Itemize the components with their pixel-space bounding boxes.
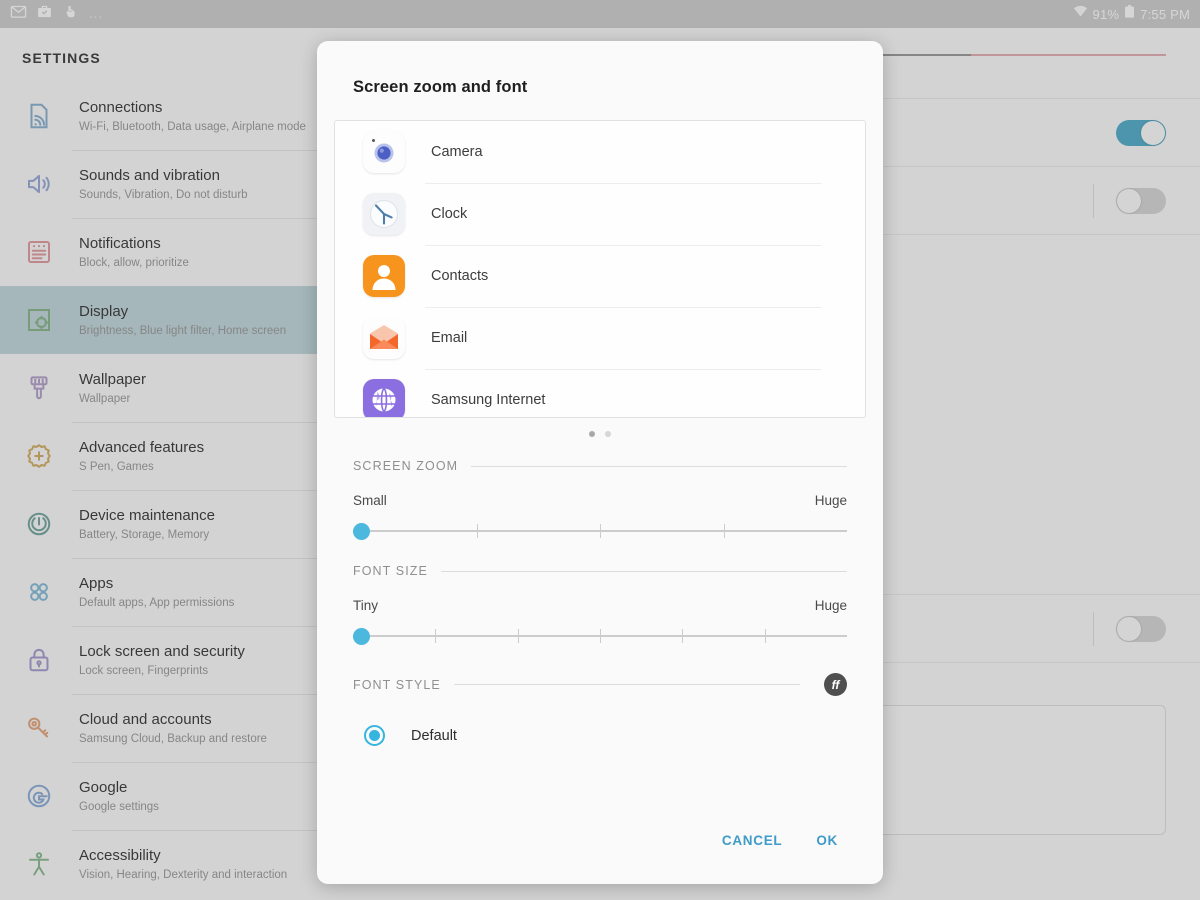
slider-tick <box>476 524 478 538</box>
contacts-icon <box>363 255 405 297</box>
slider-tick <box>764 629 766 643</box>
slider-tick <box>435 629 437 643</box>
cancel-button[interactable]: CANCEL <box>722 833 782 848</box>
screen-zoom-min-label: Small <box>353 493 387 508</box>
clock-icon <box>363 193 405 235</box>
screen-zoom-slider-block: Small Huge <box>353 493 847 542</box>
slider-tick <box>600 629 601 643</box>
app-preview-list: Camera Clock Contacts Email Samsung Internet <box>335 121 865 417</box>
app-preview-row[interactable]: Clock <box>335 183 865 245</box>
radio-selected-icon[interactable] <box>364 725 385 746</box>
page-dot[interactable] <box>589 431 595 437</box>
app-preview-label: Contacts <box>431 268 489 284</box>
app-preview-row[interactable]: Samsung Internet <box>335 369 865 417</box>
page-dot[interactable] <box>605 431 611 437</box>
screen-root: SETTINGS Connections Wi-Fi, Bluetooth, Da… <box>0 0 1200 900</box>
app-preview-row[interactable]: Email <box>335 307 865 369</box>
font-style-option-default[interactable]: Default <box>364 725 883 746</box>
slider-tick <box>682 629 684 643</box>
app-preview-label: Clock <box>431 206 468 222</box>
screen-zoom-section-header: SCREEN ZOOM <box>353 459 847 473</box>
app-preview-label: Camera <box>431 144 483 160</box>
app-preview-row[interactable]: Contacts <box>335 245 865 307</box>
font-size-min-label: Tiny <box>353 598 379 613</box>
section-rule <box>453 684 800 685</box>
ok-button[interactable]: OK <box>816 833 838 848</box>
font-style-section-header: FONT STYLE ff <box>353 673 847 696</box>
slider-tick <box>517 629 519 643</box>
font-size-slider[interactable] <box>353 625 847 647</box>
slider-thumb[interactable] <box>353 523 370 540</box>
font-style-option-label: Default <box>411 727 457 744</box>
radio-fill <box>369 730 380 741</box>
samsung-internet-icon <box>363 379 405 417</box>
camera-icon <box>363 131 405 173</box>
app-preview-label: Email <box>431 330 468 346</box>
slider-thumb[interactable] <box>353 628 370 645</box>
app-preview-card[interactable]: Camera Clock Contacts Email Samsung Internet <box>334 120 866 418</box>
section-rule <box>440 570 847 572</box>
font-size-label: FONT SIZE <box>353 564 428 578</box>
app-preview-row[interactable]: Camera <box>335 121 865 183</box>
dialog-actions: CANCEL OK <box>317 833 883 884</box>
page-indicator-dots[interactable] <box>317 431 883 437</box>
screen-zoom-label: SCREEN ZOOM <box>353 459 459 473</box>
font-size-max-label: Huge <box>814 598 847 613</box>
app-preview-label: Samsung Internet <box>431 392 546 408</box>
font-style-label: FONT STYLE <box>353 677 441 692</box>
font-size-section-header: FONT SIZE <box>353 564 847 578</box>
screen-zoom-endpoints: Small Huge <box>353 493 847 508</box>
slider-tick <box>723 524 725 538</box>
section-rule <box>471 465 847 467</box>
font-size-endpoints: Tiny Huge <box>353 598 847 613</box>
slider-tick <box>600 524 601 538</box>
screen-zoom-slider[interactable] <box>353 520 847 542</box>
dialog-title: Screen zoom and font <box>353 78 528 96</box>
font-style-ff-icon[interactable]: ff <box>824 673 847 696</box>
font-size-slider-block: Tiny Huge <box>353 598 847 647</box>
email-icon <box>363 317 405 359</box>
screen-zoom-max-label: Huge <box>814 493 847 508</box>
screen-zoom-font-dialog: Screen zoom and font Camera Clock Contacts… <box>317 41 883 884</box>
